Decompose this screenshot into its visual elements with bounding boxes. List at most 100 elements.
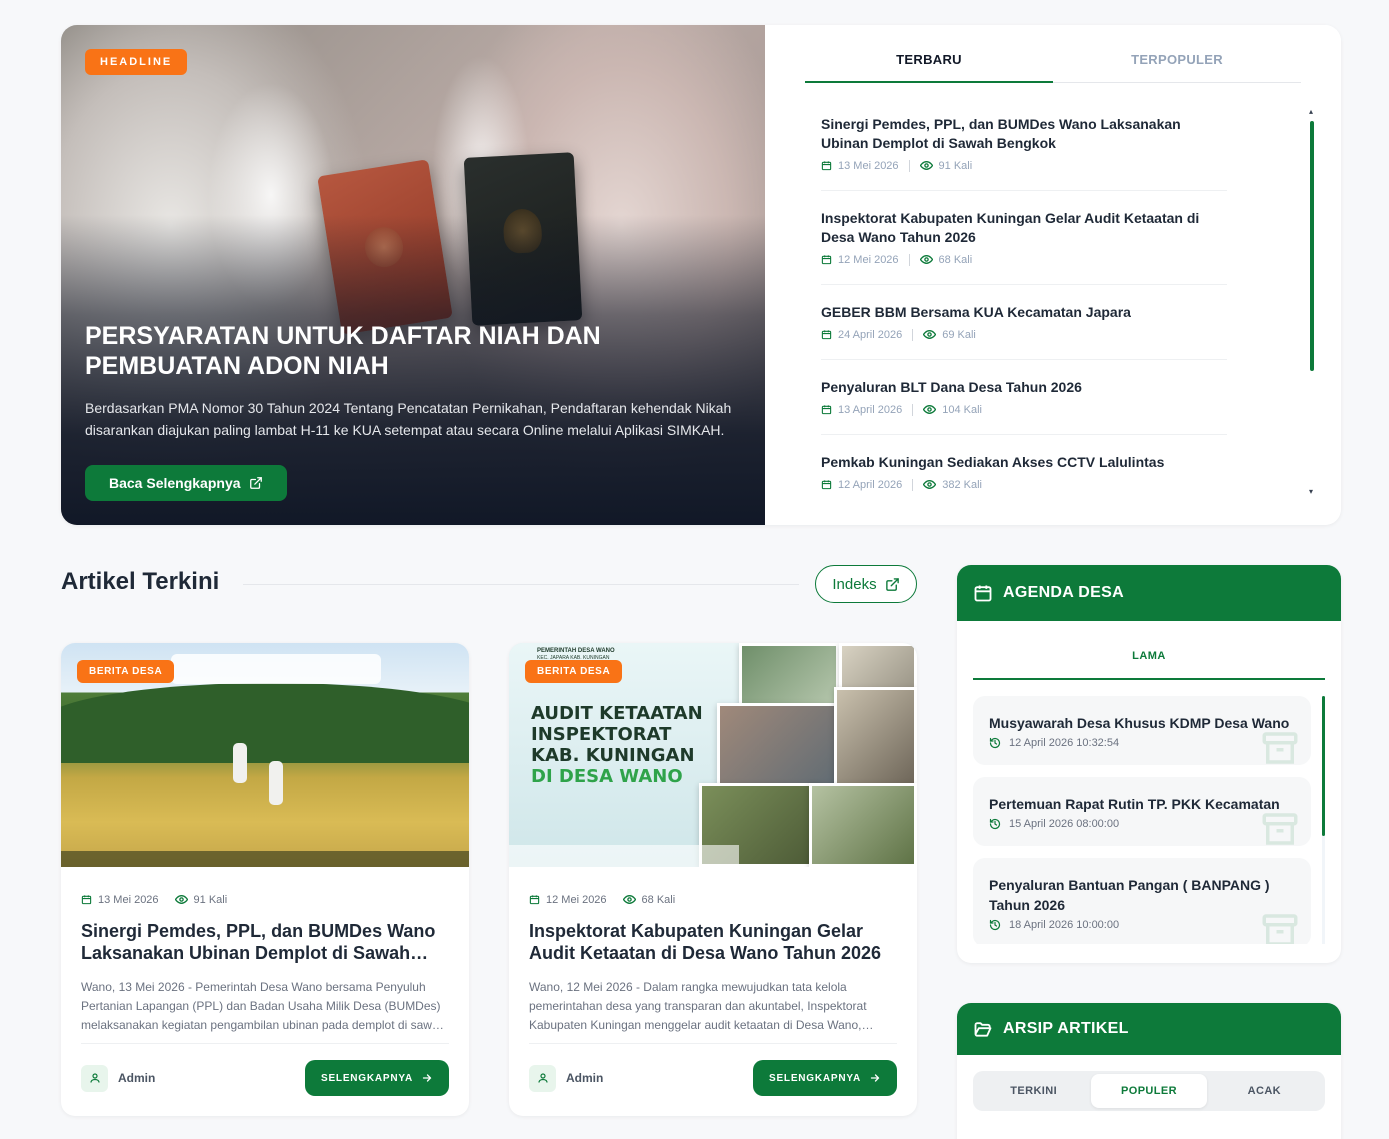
sponsor-logos	[171, 654, 381, 684]
article-card[interactable]: PEMERINTAH DESA WANO KEC. JAPARA KAB. KU…	[509, 643, 917, 1116]
tab-terbaru[interactable]: TERBARU	[805, 43, 1053, 83]
agenda-item-title[interactable]: Penyaluran Bantuan Pangan ( BANPANG ) Ta…	[989, 875, 1295, 915]
article-views: 68 Kali	[641, 893, 676, 906]
article-title[interactable]: Sinergi Pemdes, PPL, dan BUMDes Wano Lak…	[81, 920, 449, 964]
article-date: 13 Mei 2026	[98, 893, 159, 906]
headline-badge: HEADLINE	[85, 49, 188, 75]
eye-icon	[923, 405, 937, 414]
news-views: 68 Kali	[938, 253, 973, 266]
category-badge: BERITA DESA	[525, 660, 623, 683]
news-date: 24 April 2026	[838, 328, 903, 341]
agenda-item-title[interactable]: Musyawarah Desa Khusus KDMP Desa Wano	[989, 713, 1295, 733]
tab-terkini[interactable]: TERKINI	[976, 1074, 1091, 1108]
article-image-audit-collage[interactable]: PEMERINTAH DESA WANO KEC. JAPARA KAB. KU…	[509, 643, 917, 867]
archive-header: ARSIP ARTIKEL	[957, 1003, 1341, 1055]
section-title-articles: Artikel Terkini	[61, 568, 220, 595]
news-item[interactable]: GEBER BBM Bersama KUA Kecamatan Japara 2…	[821, 303, 1227, 360]
calendar-icon	[821, 405, 832, 415]
index-label: Indeks	[832, 575, 877, 593]
article-meta: 12 Mei 2026 68 Kali	[529, 893, 897, 906]
news-title[interactable]: Pemkab Kuningan Sediakan Akses CCTV Lalu…	[821, 453, 1227, 472]
news-scrollbar-thumb[interactable]	[1310, 121, 1314, 371]
history-icon	[989, 737, 1001, 749]
author-name: Admin	[566, 1071, 604, 1085]
news-sidebar: TERBARU TERPOPULER Sinergi Pemdes, PPL, …	[765, 25, 1341, 525]
article-image-rice-field[interactable]: BERITA DESA	[61, 643, 469, 867]
archive-tabs: TERKINI POPULER ACAK	[973, 1071, 1325, 1111]
scroll-down-arrow-icon[interactable]: ▾	[1309, 488, 1315, 496]
article-date: 12 Mei 2026	[546, 893, 607, 906]
read-more-label: SELENGKAPNYA	[320, 1072, 413, 1084]
read-more-button[interactable]: Baca Selengkapnya	[85, 465, 287, 501]
tab-acak[interactable]: ACAK	[1207, 1074, 1322, 1108]
eye-icon	[174, 895, 188, 904]
user-icon	[529, 1064, 556, 1092]
agenda-scrollbar-thumb[interactable]	[1322, 696, 1325, 836]
section-divider	[243, 584, 799, 585]
latest-news-list: Sinergi Pemdes, PPL, dan BUMDes Wano Lak…	[821, 115, 1227, 525]
news-title[interactable]: Penyaluran BLT Dana Desa Tahun 2026	[821, 378, 1227, 397]
calendar-icon	[529, 895, 540, 905]
archive-panel: ARSIP ARTIKEL TERKINI POPULER ACAK	[957, 1003, 1341, 1139]
external-link-icon	[249, 477, 262, 489]
calendar-icon	[821, 480, 832, 490]
agenda-time-text: 18 April 2026 10:00:00	[1009, 919, 1120, 931]
category-badge: BERITA DESA	[77, 660, 175, 683]
external-link-icon	[885, 577, 899, 591]
news-item[interactable]: Inspektorat Kabupaten Kuningan Gelar Aud…	[821, 209, 1227, 285]
news-title[interactable]: Sinergi Pemdes, PPL, dan BUMDes Wano Lak…	[821, 115, 1227, 153]
article-excerpt: Wano, 13 Mei 2026 - Pemerintah Desa Wano…	[81, 980, 446, 1032]
article-title[interactable]: Inspektorat Kabupaten Kuningan Gelar Aud…	[529, 920, 897, 964]
news-tabs: TERBARU TERPOPULER	[805, 43, 1301, 83]
headline-hero: HEADLINE PERSYARATAN UNTUK DAFTAR NIAH D…	[61, 25, 1341, 525]
agenda-item-title[interactable]: Pertemuan Rapat Rutin TP. PKK Kecamatan	[989, 794, 1295, 814]
arrow-right-icon	[422, 1074, 432, 1082]
agenda-item[interactable]: Musyawarah Desa Khusus KDMP Desa Wano 12…	[973, 696, 1311, 765]
article-card[interactable]: BERITA DESA 13 Mei 2026 91 Kali Sinergi …	[61, 643, 469, 1116]
eye-icon	[919, 161, 933, 170]
poster-line: AUDIT KETAATAN	[531, 703, 703, 724]
tab-terpopuler[interactable]: TERPOPULER	[1053, 43, 1301, 82]
history-icon	[989, 818, 1001, 830]
news-date: 13 Mei 2026	[838, 159, 899, 172]
collage-photo	[809, 783, 917, 867]
headline-title[interactable]: PERSYARATAN UNTUK DAFTAR NIAH DAN PEMBUA…	[85, 321, 755, 381]
archive-box-icon	[1262, 813, 1298, 845]
arrow-right-icon	[870, 1074, 880, 1082]
agenda-item-time: 15 April 2026 08:00:00	[989, 818, 1295, 830]
calendar-icon	[821, 161, 832, 171]
eye-icon	[622, 895, 636, 904]
collage-photo	[834, 687, 917, 791]
archive-box-icon	[1262, 732, 1298, 764]
tab-lama[interactable]: LAMA	[973, 633, 1325, 680]
news-item[interactable]: Penyaluran BLT Dana Desa Tahun 2026 13 A…	[821, 378, 1227, 435]
eye-icon	[919, 255, 933, 264]
read-more-button[interactable]: SELENGKAPNYA	[304, 1060, 449, 1096]
tab-populer[interactable]: POPULER	[1091, 1074, 1207, 1108]
archive-title: ARSIP ARTIKEL	[1003, 1020, 1129, 1037]
news-title[interactable]: GEBER BBM Bersama KUA Kecamatan Japara	[821, 303, 1227, 322]
agenda-list: Musyawarah Desa Khusus KDMP Desa Wano 12…	[973, 696, 1325, 944]
poster-header: PEMERINTAH DESA WANO	[537, 648, 615, 654]
article-author: Admin	[529, 1064, 604, 1092]
agenda-item-time: 12 April 2026 10:32:54	[989, 737, 1295, 749]
index-button[interactable]: Indeks	[815, 565, 917, 603]
news-views: 69 Kali	[942, 328, 976, 341]
news-item[interactable]: Pemkab Kuningan Sediakan Akses CCTV Lalu…	[821, 453, 1227, 509]
article-excerpt: Wano, 12 Mei 2026 - Dalam rangka mewujud…	[529, 980, 867, 1032]
history-icon	[989, 919, 1001, 931]
agenda-header: AGENDA DESA	[957, 565, 1341, 621]
news-title[interactable]: Inspektorat Kabupaten Kuningan Gelar Aud…	[821, 209, 1227, 247]
scroll-up-arrow-icon[interactable]: ▴	[1309, 108, 1315, 116]
news-item[interactable]: Sinergi Pemdes, PPL, dan BUMDes Wano Lak…	[821, 115, 1227, 191]
news-meta: 13 April 2026 104 Kali	[821, 403, 1227, 416]
agenda-item-time: 18 April 2026 10:00:00	[989, 919, 1295, 931]
agenda-item[interactable]: Pertemuan Rapat Rutin TP. PKK Kecamatan …	[973, 777, 1311, 846]
news-views: 91 Kali	[938, 159, 973, 172]
article-footer: Admin SELENGKAPNYA	[81, 1043, 449, 1096]
agenda-time-text: 15 April 2026 08:00:00	[1009, 818, 1120, 830]
read-more-button[interactable]: SELENGKAPNYA	[752, 1060, 897, 1096]
agenda-title: AGENDA DESA	[1003, 584, 1124, 601]
agenda-item[interactable]: Penyaluran Bantuan Pangan ( BANPANG ) Ta…	[973, 858, 1311, 944]
headline-banner[interactable]: HEADLINE PERSYARATAN UNTUK DAFTAR NIAH D…	[61, 25, 765, 525]
